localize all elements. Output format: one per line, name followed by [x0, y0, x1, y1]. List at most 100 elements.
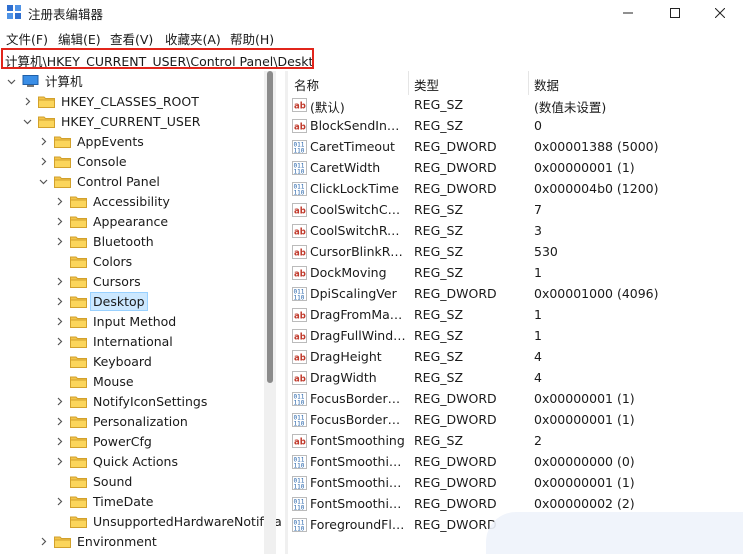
value-row[interactable]: 011 110 DpiScalingVer REG_DWORD 0x00001000 (…	[288, 284, 743, 305]
value-row[interactable]: 011 110 FocusBorderW... REG_DWORD 0x00000001…	[288, 410, 743, 431]
binary-value-icon: 011 110	[292, 497, 307, 512]
chevron-right-icon[interactable]	[54, 431, 64, 451]
string-value-icon: ab	[292, 434, 307, 448]
folder-icon	[70, 355, 87, 368]
value-name: FocusBorderW...	[310, 412, 406, 427]
chevron-right-icon[interactable]	[54, 191, 64, 211]
tree-node[interactable]: 计算机	[6, 71, 85, 91]
value-row[interactable]: 011 110 FontSmoothin... REG_DWORD 0x00000001…	[288, 473, 743, 494]
address-bar[interactable]: 计算机\HKEY_CURRENT_USER\Control Panel\Desk…	[1, 48, 314, 69]
chevron-right-icon[interactable]	[38, 151, 48, 171]
maximize-button[interactable]	[652, 0, 698, 26]
title-bar: 注册表编辑器	[0, 0, 743, 26]
value-row[interactable]: 011 110 FocusBorderH... REG_DWORD 0x00000001…	[288, 389, 743, 410]
chevron-right-icon[interactable]	[54, 211, 64, 231]
tree-node[interactable]: Control Panel	[38, 171, 162, 191]
tree-node[interactable]: Environment	[38, 531, 159, 551]
svg-text:ab: ab	[294, 438, 306, 448]
value-row[interactable]: 011 110 ClickLockTime REG_DWORD 0x000004b0 (…	[288, 179, 743, 200]
tree-node[interactable]: Input Method	[54, 311, 178, 331]
tree-node[interactable]: AppEvents	[38, 131, 146, 151]
tree-node-label: Accessibility	[93, 193, 170, 209]
tree-node[interactable]: Console	[38, 151, 129, 171]
tree-node[interactable]: HKEY_CURRENT_USER	[22, 111, 202, 131]
chevron-right-icon[interactable]	[54, 291, 64, 311]
tree-node[interactable]: UnsupportedHardwareNotifica	[54, 511, 284, 531]
tree-node[interactable]: HKEY_CLASSES_ROOT	[22, 91, 201, 111]
tree-node[interactable]: PowerCfg	[54, 431, 154, 451]
value-name: (默认)	[310, 100, 345, 115]
chevron-right-icon[interactable]	[38, 131, 48, 151]
value-row[interactable]: ab DockMoving REG_SZ 1	[288, 263, 743, 284]
minimize-button[interactable]	[605, 0, 651, 26]
tree-node[interactable]: Sound	[54, 471, 134, 491]
tree-node[interactable]: NotifyIconSettings	[54, 391, 209, 411]
tree-node[interactable]: Quick Actions	[54, 451, 180, 471]
tree-node[interactable]: Appearance	[54, 211, 170, 231]
column-type-header[interactable]: 类型	[414, 75, 439, 94]
chevron-placeholder	[54, 251, 64, 271]
value-name: DragFromMaxi...	[310, 307, 406, 322]
value-row[interactable]: ab DragWidth REG_SZ 4	[288, 368, 743, 389]
key-tree[interactable]: 计算机 HKEY_CLASSES_ROOT HKEY_CURRENT_USER App…	[0, 71, 285, 554]
chevron-down-icon[interactable]	[22, 111, 32, 131]
value-row[interactable]: ab CursorBlinkRate REG_SZ 530	[288, 242, 743, 263]
menu-view[interactable]: 查看(V)	[110, 29, 153, 48]
tree-node[interactable]: Colors	[54, 251, 134, 271]
tree-node[interactable]: International	[54, 331, 175, 351]
chevron-right-icon[interactable]	[54, 411, 64, 431]
column-divider[interactable]	[528, 71, 529, 95]
value-row[interactable]: ab DragFullWindo... REG_SZ 1	[288, 326, 743, 347]
chevron-right-icon[interactable]	[54, 451, 64, 471]
tree-scrollbar-thumb[interactable]	[267, 71, 273, 383]
chevron-right-icon[interactable]	[54, 331, 64, 351]
chevron-placeholder	[54, 511, 64, 531]
chevron-right-icon[interactable]	[38, 531, 48, 551]
value-row[interactable]: 011 110 CaretTimeout REG_DWORD 0x00001388 (5…	[288, 137, 743, 158]
tree-node[interactable]: Bluetooth	[54, 231, 156, 251]
menu-favorites[interactable]: 收藏夹(A)	[165, 29, 221, 48]
chevron-right-icon[interactable]	[54, 491, 64, 511]
value-type: REG_SZ	[414, 265, 464, 280]
chevron-right-icon[interactable]	[54, 271, 64, 291]
value-row[interactable]: ab (默认) REG_SZ (数值未设置)	[288, 95, 743, 116]
values-list[interactable]: 名称 类型 数据 ab (默认) REG_SZ (数值未设置) ab BlockSendI…	[288, 71, 743, 554]
svg-text:110: 110	[294, 169, 305, 176]
tree-node-label: PowerCfg	[93, 433, 152, 449]
value-data: 0	[534, 118, 542, 133]
svg-text:ab: ab	[294, 207, 306, 217]
column-data-header[interactable]: 数据	[534, 75, 559, 94]
tree-node[interactable]: TimeDate	[54, 491, 155, 511]
menu-file[interactable]: 文件(F)	[6, 29, 48, 48]
value-data: 1	[534, 307, 542, 322]
value-row[interactable]: ab FontSmoothing REG_SZ 2	[288, 431, 743, 452]
chevron-down-icon[interactable]	[38, 171, 48, 191]
value-row[interactable]: ab BlockSendInpu... REG_SZ 0	[288, 116, 743, 137]
tree-node[interactable]: Keyboard	[54, 351, 154, 371]
chevron-down-icon[interactable]	[6, 71, 16, 91]
menu-edit[interactable]: 编辑(E)	[58, 29, 101, 48]
value-type: REG_DWORD	[414, 475, 497, 490]
tree-node[interactable]: Personalization	[54, 411, 190, 431]
tree-node-label: Appearance	[93, 213, 169, 229]
tree-node[interactable]: Accessibility	[54, 191, 172, 211]
value-row[interactable]: ab CoolSwitchCol... REG_SZ 7	[288, 200, 743, 221]
value-row[interactable]: ab DragHeight REG_SZ 4	[288, 347, 743, 368]
column-name-header[interactable]: 名称	[294, 75, 319, 94]
column-divider[interactable]	[408, 71, 409, 95]
tree-node[interactable]: Cursors	[54, 271, 143, 291]
chevron-right-icon[interactable]	[54, 231, 64, 251]
value-row[interactable]: ab CoolSwitchRows REG_SZ 3	[288, 221, 743, 242]
value-row[interactable]: ab DragFromMaxi... REG_SZ 1	[288, 305, 743, 326]
menu-help[interactable]: 帮助(H)	[230, 29, 274, 48]
tree-node[interactable]: Desktop	[54, 291, 148, 311]
string-value-icon: ab	[292, 266, 307, 280]
value-row[interactable]: 011 110 FontSmoothin... REG_DWORD 0x00000000…	[288, 452, 743, 473]
chevron-right-icon[interactable]	[54, 391, 64, 411]
chevron-right-icon[interactable]	[54, 311, 64, 331]
tree-node[interactable]: Mouse	[54, 371, 136, 391]
binary-value-icon: 011 110	[292, 140, 307, 155]
close-button[interactable]	[697, 0, 743, 26]
value-row[interactable]: 011 110 CaretWidth REG_DWORD 0x00000001 (1)	[288, 158, 743, 179]
chevron-right-icon[interactable]	[22, 91, 32, 111]
